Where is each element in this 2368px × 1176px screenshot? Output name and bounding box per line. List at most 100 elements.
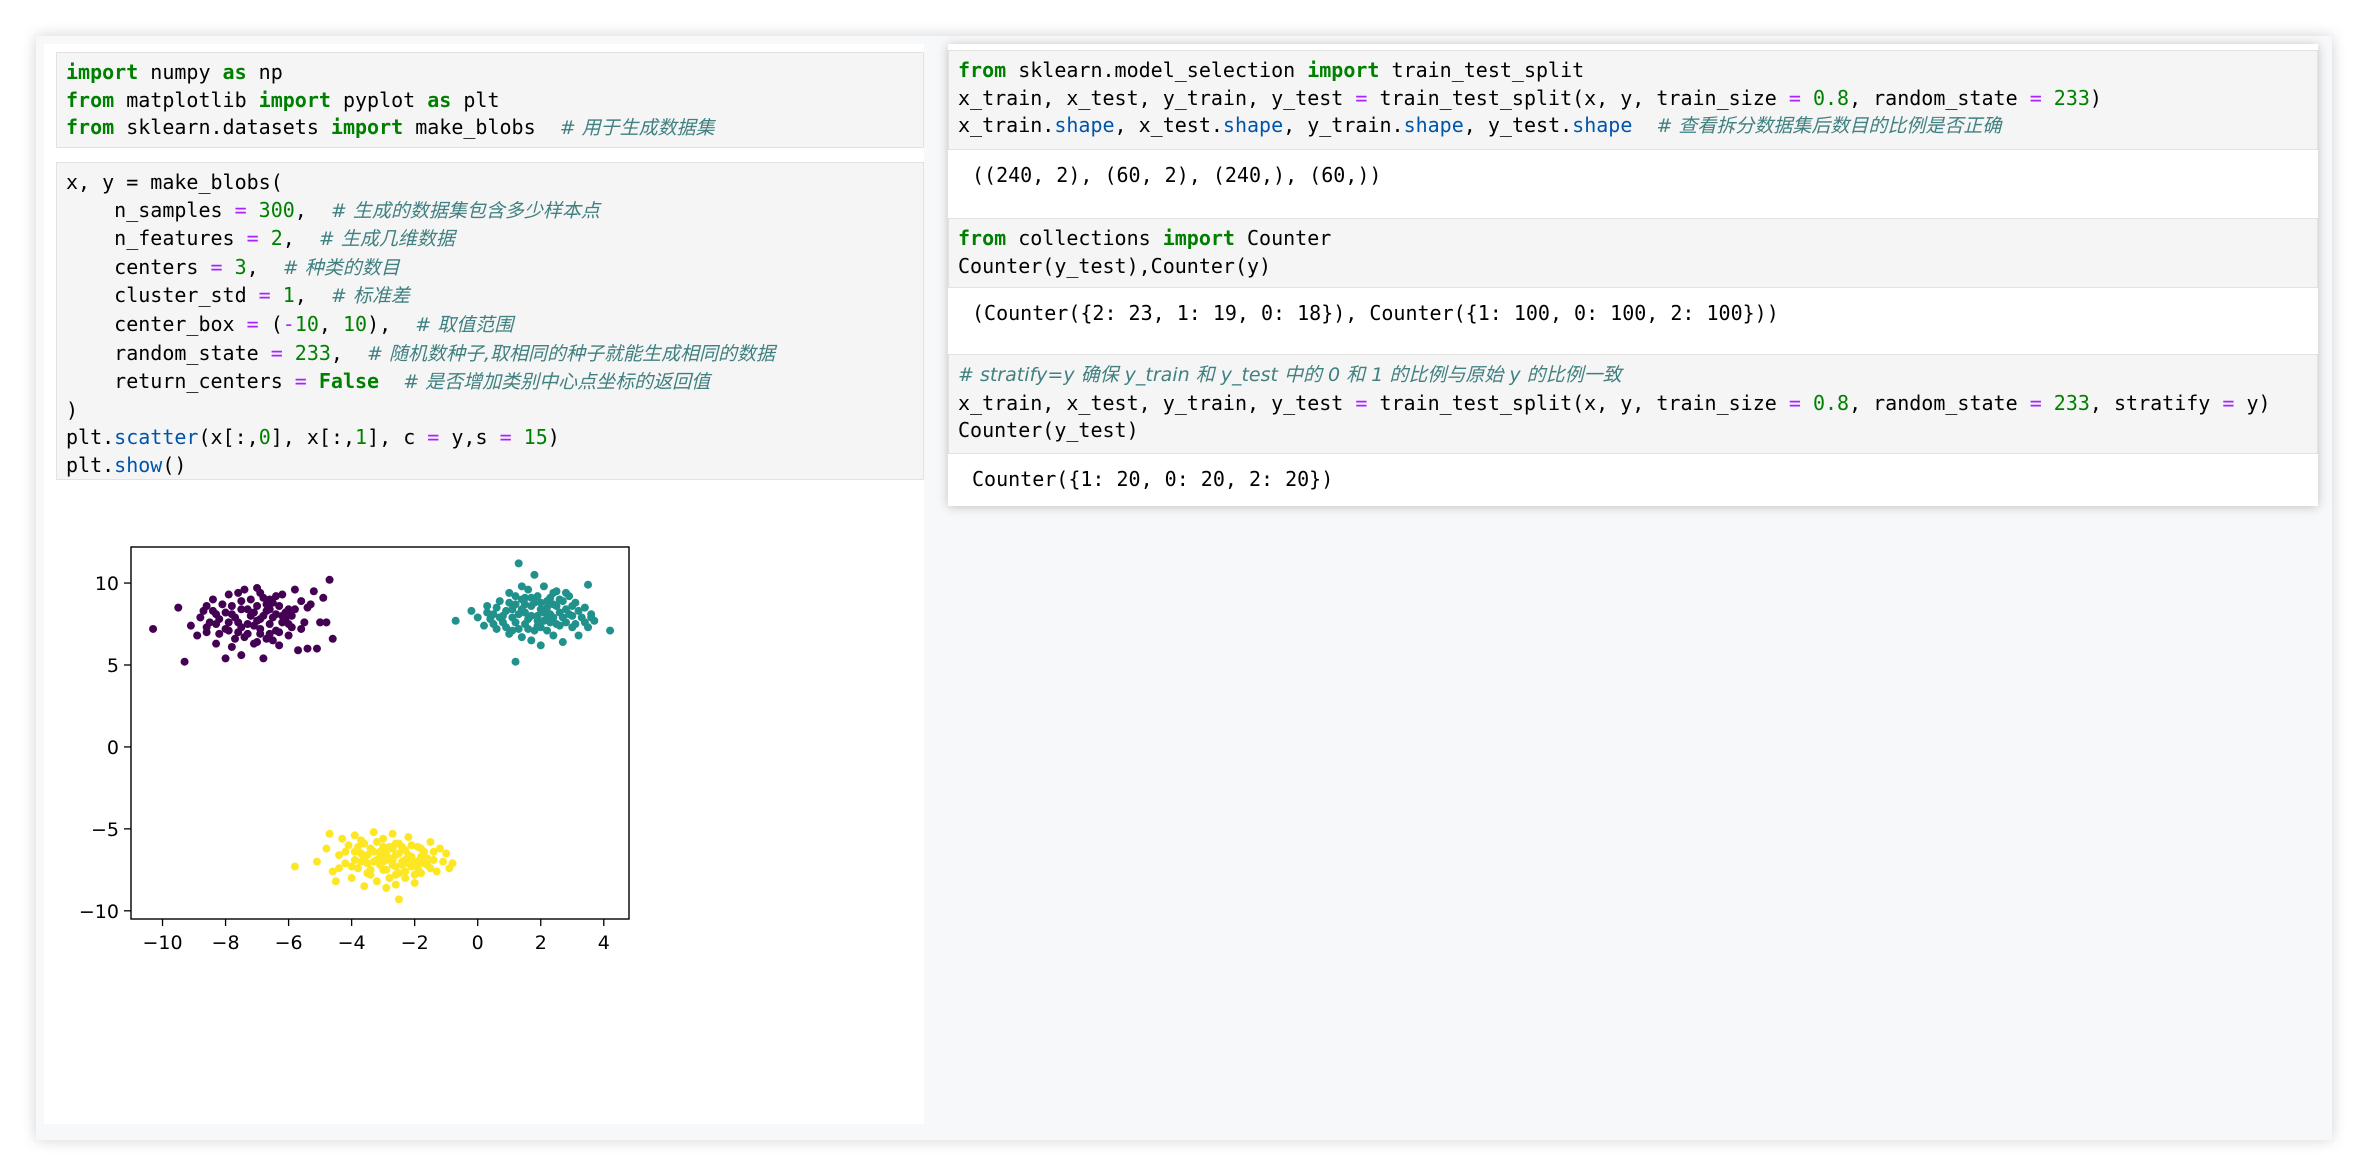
scatter-point-cluster-0 <box>312 644 321 653</box>
scatter-point-cluster-1 <box>492 603 501 612</box>
scatter-point-cluster-0 <box>290 605 299 614</box>
scatter-point-cluster-1 <box>511 618 520 627</box>
y-tick-label: 5 <box>107 655 119 677</box>
scatter-point-cluster-1 <box>530 570 539 579</box>
scatter-point-cluster-2 <box>322 844 331 853</box>
scatter-point-cluster-1 <box>514 559 523 568</box>
scatter-point-cluster-1 <box>514 610 523 619</box>
y-tick-label: −10 <box>79 901 119 923</box>
scatter-point-cluster-2 <box>357 836 366 845</box>
scatter-point-cluster-2 <box>325 829 334 838</box>
scatter-point-cluster-2 <box>338 834 347 843</box>
x-tick-label: 4 <box>598 932 610 954</box>
scatter-point-cluster-1 <box>580 618 589 627</box>
code-cell-imports[interactable]: import numpy as np from matplotlib impor… <box>56 52 924 148</box>
scatter-point-cluster-2 <box>391 880 400 889</box>
scatter-point-cluster-2 <box>394 895 403 904</box>
scatter-point-cluster-2 <box>388 856 397 865</box>
scatter-point-cluster-1 <box>574 606 583 615</box>
scatter-point-cluster-2 <box>439 857 448 866</box>
scatter-point-cluster-2 <box>388 829 397 838</box>
scatter-point-cluster-1 <box>558 638 567 647</box>
scatter-point-cluster-1 <box>489 620 498 629</box>
scatter-point-cluster-0 <box>319 593 328 602</box>
scatter-point-cluster-2 <box>385 874 394 883</box>
scatter-point-cluster-0 <box>215 629 224 638</box>
scatter-point-cluster-1 <box>584 580 593 589</box>
scatter-point-cluster-1 <box>571 620 580 629</box>
x-tick-label: −4 <box>338 932 366 954</box>
scatter-point-cluster-2 <box>429 847 438 856</box>
scatter-point-cluster-0 <box>227 642 236 651</box>
scatter-point-cluster-2 <box>360 854 369 863</box>
scatter-point-cluster-1 <box>517 582 526 591</box>
code-cell-stratify[interactable]: # stratify=y 确保 y_train 和 y_test 中的 0 和 … <box>948 354 2318 454</box>
scatter-point-cluster-2 <box>442 849 451 858</box>
scatter-point-cluster-0 <box>275 628 284 637</box>
scatter-point-cluster-0 <box>227 601 236 610</box>
scatter-point-cluster-1 <box>536 641 545 650</box>
x-tick-label: −8 <box>212 932 240 954</box>
y-tick-label: 0 <box>107 737 119 759</box>
scatter-point-cluster-0 <box>193 631 202 640</box>
output-stratify: Counter({1: 20, 0: 20, 2: 20}) <box>972 467 1334 491</box>
x-tick-label: 0 <box>472 932 484 954</box>
scatter-point-cluster-2 <box>331 877 340 886</box>
scatter-point-cluster-2 <box>369 828 378 837</box>
scatter-point-cluster-2 <box>401 856 410 865</box>
scatter-point-cluster-0 <box>237 597 246 606</box>
scatter-point-cluster-0 <box>240 633 249 642</box>
scatter-point-cluster-2 <box>407 841 416 850</box>
code-imports: import numpy as np from matplotlib impor… <box>66 60 715 140</box>
scatter-point-cluster-0 <box>237 605 246 614</box>
scatter-point-cluster-1 <box>527 636 536 645</box>
scatter-point-cluster-0 <box>253 616 262 625</box>
scatter-point-cluster-1 <box>511 657 520 666</box>
scatter-point-cluster-0 <box>249 608 258 617</box>
scatter-point-cluster-0 <box>303 644 312 653</box>
scatter-point-cluster-0 <box>212 639 221 648</box>
scatter-point-cluster-2 <box>347 874 356 883</box>
scatter-point-cluster-1 <box>587 613 596 622</box>
scatter-point-cluster-0 <box>149 624 158 633</box>
scatter-point-cluster-0 <box>259 611 268 620</box>
scatter-point-cluster-0 <box>224 590 233 599</box>
scatter-point-cluster-0 <box>221 654 230 663</box>
scatter-point-cluster-1 <box>524 624 533 633</box>
scatter-point-cluster-2 <box>448 859 457 868</box>
scatter-point-cluster-0 <box>237 623 246 632</box>
code-cell-counter[interactable]: from collections import Counter Counter(… <box>948 218 2318 288</box>
scatter-point-cluster-2 <box>379 857 388 866</box>
scatter-point-cluster-1 <box>517 633 526 642</box>
y-tick-label: 10 <box>95 573 119 595</box>
scatter-point-cluster-0 <box>262 600 271 609</box>
scatter-point-cluster-2 <box>347 862 356 871</box>
scatter-point-cluster-0 <box>275 641 284 650</box>
notebook-left-panel: import numpy as np from matplotlib impor… <box>44 44 924 1124</box>
scatter-point-cluster-2 <box>394 869 403 878</box>
code-counter: from collections import Counter Counter(… <box>958 226 1332 278</box>
scatter-point-cluster-0 <box>246 595 255 604</box>
output-counter: (Counter({2: 23, 1: 19, 0: 18}), Counter… <box>972 301 1779 325</box>
scatter-point-cluster-2 <box>372 877 381 886</box>
x-tick-label: −10 <box>142 932 182 954</box>
scatter-point-cluster-1 <box>520 600 529 609</box>
scatter-point-cluster-2 <box>369 857 378 866</box>
scatter-point-cluster-1 <box>511 592 520 601</box>
notebook-right-panel: from sklearn.model_selection import trai… <box>948 44 2318 506</box>
scatter-point-cluster-0 <box>284 620 293 629</box>
scatter-point-cluster-2 <box>410 878 419 887</box>
scatter-point-cluster-2 <box>382 865 391 874</box>
scatter-point-cluster-1 <box>524 615 533 624</box>
x-tick-label: −2 <box>401 932 429 954</box>
scatter-point-cluster-2 <box>391 839 400 848</box>
code-cell-train-test-split[interactable]: from sklearn.model_selection import trai… <box>948 50 2318 150</box>
scatter-point-cluster-2 <box>426 837 435 846</box>
scatter-point-cluster-0 <box>328 634 337 643</box>
scatter-point-cluster-2 <box>404 833 413 842</box>
scatter-point-cluster-1 <box>536 598 545 607</box>
scatter-point-cluster-1 <box>467 606 476 615</box>
scatter-point-cluster-1 <box>546 593 555 602</box>
scatter-point-cluster-2 <box>363 869 372 878</box>
code-cell-make-blobs[interactable]: x, y = make_blobs( n_samples = 300, # 生成… <box>56 162 924 480</box>
